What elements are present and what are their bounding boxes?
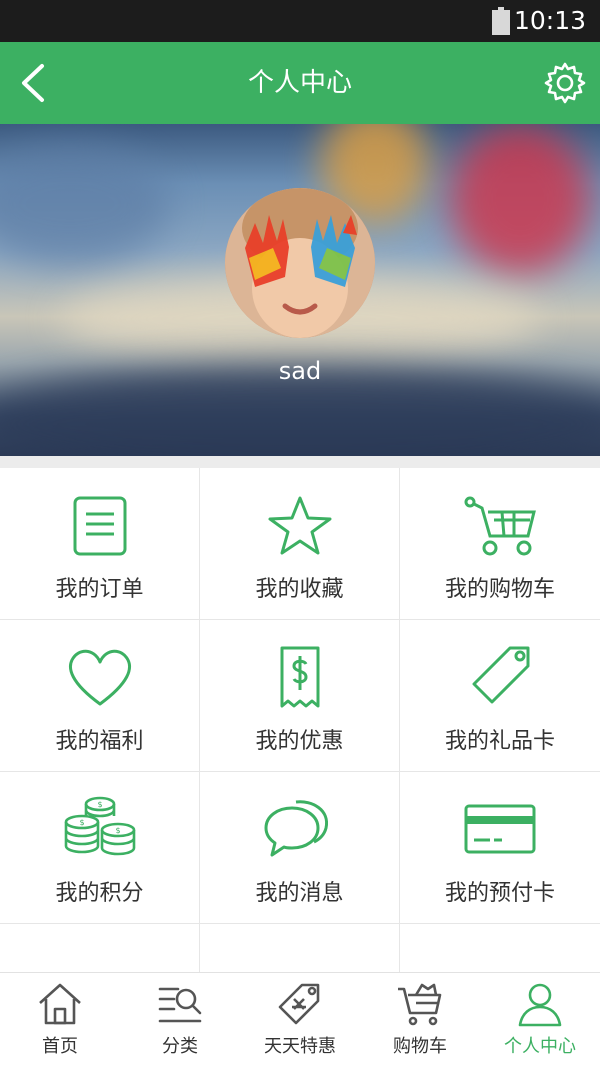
menu-item-label: 我的福利: [55, 729, 144, 754]
menu-item-favorites[interactable]: 我的收藏: [200, 468, 400, 620]
status-bar: 10:13: [0, 0, 600, 42]
app-bar: 个人中心: [0, 42, 600, 124]
menu-item-prepaid-card[interactable]: 我的预付卡: [400, 772, 600, 924]
status-time: 10:13: [513, 6, 586, 35]
svg-text:$: $: [79, 818, 84, 827]
circle-icon: [260, 946, 340, 972]
cart-icon: [464, 496, 536, 556]
menu-item-discounts[interactable]: 我的优惠: [200, 620, 400, 772]
menu-item-label: 我的收藏: [255, 577, 344, 602]
menu-item-label: 我的礼品卡: [444, 729, 555, 754]
menu-item-empty: [400, 924, 600, 972]
menu-item-more[interactable]: [200, 924, 400, 972]
user-icon: [518, 983, 562, 1027]
menu-item-label: 我的积分: [55, 881, 144, 906]
menu-item-label: 我的优惠: [255, 729, 344, 754]
menu-item-benefits[interactable]: 我的福利: [0, 620, 200, 772]
avatar[interactable]: [225, 188, 375, 338]
page-title: 个人中心: [247, 68, 352, 98]
tab-label: 个人中心: [504, 1036, 576, 1057]
menu-item-label: 我的订单: [55, 577, 144, 602]
coupon-receipt-icon: [280, 646, 320, 708]
banner-sky-blur: [0, 144, 170, 264]
bottom-tab-bar: 首页 分类 天天特惠 购物车 个人中心: [0, 972, 600, 1067]
tag-icon: [472, 646, 530, 704]
coins-icon: $ $ $: [64, 796, 136, 856]
tab-category[interactable]: 分类: [120, 973, 240, 1067]
tab-profile[interactable]: 个人中心: [480, 973, 600, 1067]
tab-label: 天天特惠: [264, 1036, 336, 1057]
tab-label: 购物车: [393, 1036, 447, 1057]
svg-text:$: $: [97, 800, 102, 809]
tab-label: 首页: [42, 1036, 78, 1057]
menu-grid: 我的订单 我的收藏 我的购物车 我的福利 我的优惠 我的礼品卡 $ $ $ 我的…: [0, 468, 600, 972]
credit-card-icon: [464, 804, 536, 854]
menu-item-gift[interactable]: [0, 924, 200, 972]
battery-icon: [492, 7, 510, 35]
tab-daily-deals[interactable]: 天天特惠: [240, 973, 360, 1067]
menu-item-points[interactable]: $ $ $ 我的积分: [0, 772, 200, 924]
star-icon: [268, 496, 332, 555]
tab-home[interactable]: 首页: [0, 973, 120, 1067]
chat-bubbles-icon: [264, 800, 329, 857]
username: sad: [278, 357, 322, 385]
gear-icon[interactable]: [542, 60, 588, 106]
banner-balloon-blur: [450, 124, 590, 274]
order-list-icon: [73, 496, 127, 556]
section-divider: [0, 456, 600, 468]
menu-item-gift-card[interactable]: 我的礼品卡: [400, 620, 600, 772]
svg-text:$: $: [115, 826, 120, 835]
tab-shopping-cart[interactable]: 购物车: [360, 973, 480, 1067]
shopping-cart-icon: [398, 983, 442, 1026]
heart-icon: [68, 649, 132, 706]
avatar-image: [225, 188, 375, 338]
home-icon: [39, 983, 81, 1025]
gift-icon: [60, 946, 140, 972]
tab-label: 分类: [162, 1036, 198, 1057]
category-search-icon: [158, 987, 202, 1023]
menu-item-label: 我的消息: [255, 881, 344, 906]
menu-item-messages[interactable]: 我的消息: [200, 772, 400, 924]
menu-item-label: 我的购物车: [444, 577, 555, 602]
menu-item-cart[interactable]: 我的购物车: [400, 468, 600, 620]
menu-item-orders[interactable]: 我的订单: [0, 468, 200, 620]
menu-item-label: 我的预付卡: [444, 881, 555, 906]
price-tag-icon: [278, 983, 320, 1025]
